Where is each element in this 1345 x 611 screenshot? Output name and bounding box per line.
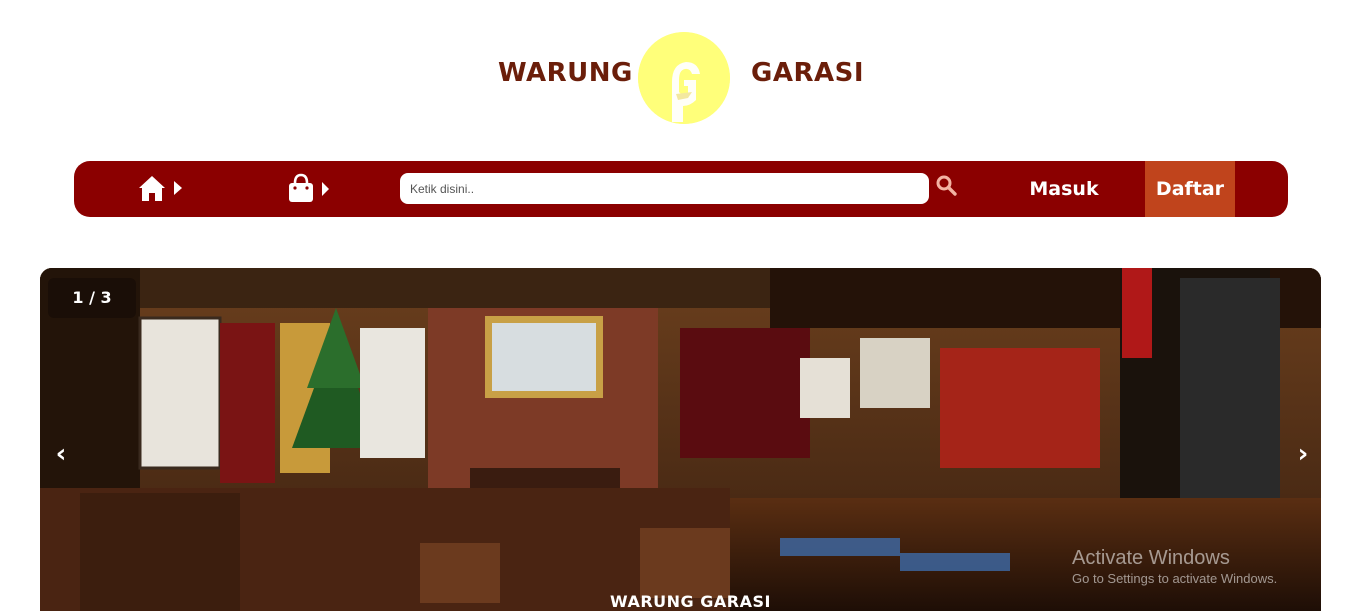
brand-name-left: WARUNG [498,58,633,88]
site-header: WARUNG GARASI [0,0,1345,150]
brand-name-right: GARASI [751,58,865,88]
logo-mark-icon [638,32,730,124]
slide-prev-button[interactable]: ‹ [46,436,76,472]
windows-activation-watermark: Activate Windows Go to Settings to activ… [1072,546,1277,588]
home-icon [139,176,182,201]
shopping-bag-icon [289,173,329,202]
nav-home-button[interactable] [136,174,188,204]
search-input[interactable] [400,173,929,204]
slide-caption: WARUNG GARASI [610,592,771,611]
register-button[interactable]: Daftar [1145,161,1235,217]
watermark-title: Activate Windows [1072,547,1230,569]
main-navbar: Masuk Daftar [74,161,1288,217]
search-button[interactable] [935,174,959,198]
login-button[interactable]: Masuk [1014,161,1114,217]
warung-garasi-logo[interactable] [638,32,730,124]
slide-next-button[interactable]: › [1288,436,1318,472]
watermark-subtitle: Go to Settings to activate Windows. [1072,571,1278,586]
nav-shop-button[interactable] [286,173,334,205]
slide-counter: 1 / 3 [48,278,136,318]
search-icon [936,175,957,196]
